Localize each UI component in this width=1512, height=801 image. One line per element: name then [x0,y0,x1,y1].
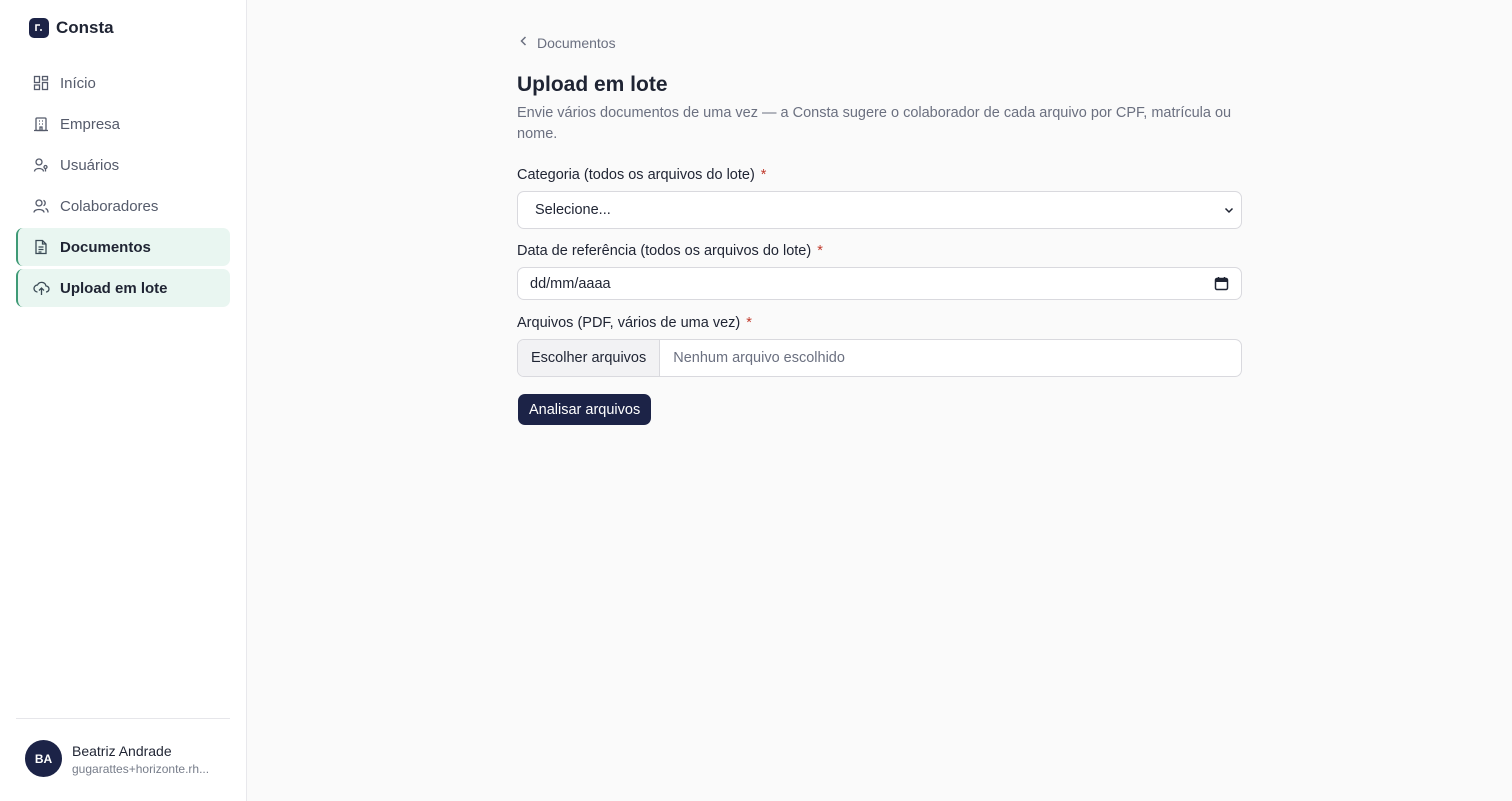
brand-name: Consta [56,18,114,37]
files-status: Nenhum arquivo escolhido [673,350,845,366]
dashboard-icon [32,74,50,92]
calendar-icon[interactable] [1214,276,1229,295]
sidebar-item-upload-em-lote[interactable]: Upload em lote [16,269,230,307]
category-select[interactable]: Selecione... [517,191,1242,229]
sidebar-item-inicio[interactable]: Início [16,64,230,102]
category-label: Categoria (todos os arquivos do lote) * [517,167,766,183]
sidebar-item-empresa[interactable]: Empresa [16,105,230,143]
building-icon [32,115,50,133]
sidebar-nav: Início Empresa Usuários Colaboradores Do… [16,64,230,310]
sidebar-item-documentos[interactable]: Documentos [16,228,230,266]
user-profile[interactable]: BA Beatriz Andrade gugarattes+horizonte.… [16,718,230,801]
sidebar-item-label: Início [60,74,96,92]
date-label-text: Data de referência (todos os arquivos do… [517,243,812,259]
category-label-text: Categoria (todos os arquivos do lote) [517,167,755,183]
sidebar-item-label: Documentos [60,238,151,256]
sidebar-item-colaboradores[interactable]: Colaboradores [16,187,230,225]
sidebar: Consta Início Empresa Usuários Colaborad… [0,0,247,801]
users-icon [32,197,50,215]
avatar: BA [25,740,62,777]
sidebar-item-label: Usuários [60,156,120,174]
consta-logo-icon [29,18,49,38]
required-marker: * [746,315,752,331]
cloud-upload-icon [32,279,50,297]
required-marker: * [817,243,823,259]
user-name: Beatriz Andrade [72,743,172,759]
files-label: Arquivos (PDF, vários de uma vez) * [517,315,752,331]
category-select-value: Selecione... [535,202,611,218]
back-link[interactable]: Documentos [517,34,616,51]
page-title: Upload em lote [517,73,668,96]
choose-files-button[interactable]: Escolher arquivos [518,340,661,376]
sidebar-item-label: Empresa [60,115,121,133]
files-input[interactable]: Escolher arquivos Nenhum arquivo escolhi… [517,339,1242,377]
document-icon [32,238,50,256]
reference-date-input[interactable]: dd/mm/aaaa [517,267,1242,300]
chevron-down-icon [1223,204,1235,220]
date-label: Data de referência (todos os arquivos do… [517,243,823,259]
page-description: Envie vários documentos de uma vez — a C… [517,105,1232,142]
sidebar-item-label: Upload em lote [60,279,168,297]
required-marker: * [760,167,767,183]
sidebar-item-label: Colaboradores [60,197,159,215]
files-label-text: Arquivos (PDF, vários de uma vez) [517,315,741,331]
user-key-icon [32,156,50,174]
user-email: gugarattes+horizonte.rh... [72,762,210,776]
sidebar-item-usuarios[interactable]: Usuários [16,146,230,184]
chevron-left-icon [517,34,531,51]
date-input-value: dd/mm/aaaa [530,275,611,292]
brand[interactable]: Consta [29,18,114,38]
back-link-label: Documentos [537,34,616,51]
analyze-files-button[interactable]: Analisar arquivos [518,394,652,425]
